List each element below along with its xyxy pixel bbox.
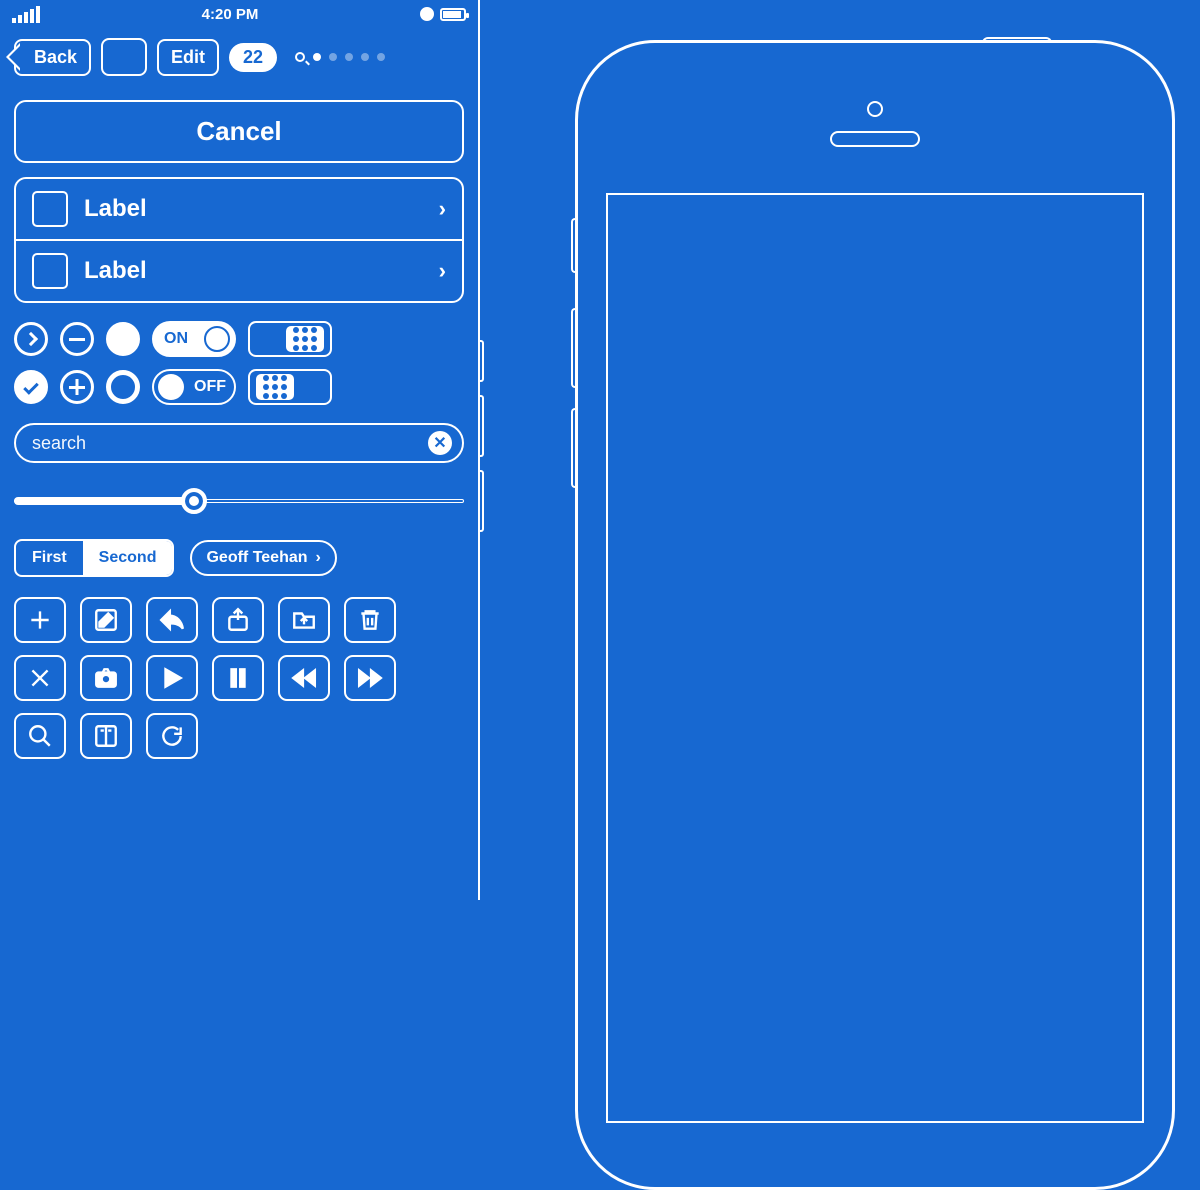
rewind-button[interactable] [278,655,330,701]
slider[interactable] [14,489,464,513]
search-field[interactable]: ✕ [14,423,464,463]
edit-button[interactable]: Edit [157,39,219,76]
add-button[interactable] [14,597,66,643]
page-indicator[interactable] [295,52,385,62]
organize-button[interactable] [278,597,330,643]
add-icon[interactable] [60,370,94,404]
camera-button[interactable] [80,655,132,701]
side-ridge [480,340,484,382]
checkmark-icon[interactable] [14,370,48,404]
ui-kit-panel: 4:20 PM Back Edit 22 Cancel Label › Labe… [0,0,480,900]
share-button[interactable] [212,597,264,643]
sleep-button-outline [982,37,1052,43]
detail-disclosure-icon[interactable] [14,322,48,356]
segment-second[interactable]: Second [83,541,173,575]
reply-button[interactable] [146,597,198,643]
switch-off[interactable]: OFF [152,369,236,405]
mute-switch-outline [571,218,576,273]
volume-down-outline [571,408,576,488]
pause-button[interactable] [212,655,264,701]
radio-unselected-icon[interactable] [106,370,140,404]
list-item[interactable]: Label › [16,179,462,239]
keypad-toggle-left[interactable] [248,369,332,405]
list-item-label: Label [84,257,423,285]
switch-on[interactable]: ON [152,321,236,357]
nav-bar: Back Edit 22 [0,28,478,86]
search-input[interactable] [32,433,428,454]
list-item-label: Label [84,195,423,223]
play-button[interactable] [146,655,198,701]
thumbnail-icon [32,191,68,227]
close-button[interactable] [14,655,66,701]
side-ridge [480,470,484,532]
toolbar-icons [14,597,464,759]
search-button[interactable] [14,713,66,759]
fast-forward-button[interactable] [344,655,396,701]
volume-up-outline [571,308,576,388]
status-bar: 4:20 PM [0,0,478,28]
radio-selected-icon[interactable] [106,322,140,356]
back-button[interactable]: Back [14,39,91,76]
list-item[interactable]: Label › [16,239,462,301]
keypad-toggle-right[interactable] [248,321,332,357]
speaker-icon [830,131,920,147]
segment-first[interactable]: First [16,541,83,575]
menu-button[interactable] [101,38,147,76]
side-ridge [480,395,484,457]
search-dot-icon [295,52,305,62]
trash-button[interactable] [344,597,396,643]
segmented-control[interactable]: First Second [14,539,174,577]
signal-icon [12,6,40,23]
badge-count[interactable]: 22 [229,43,277,72]
alarm-icon [420,7,434,21]
slider-thumb[interactable] [181,488,207,514]
chip-label: Geoff Teehan [206,549,307,567]
chevron-right-icon: › [439,196,446,222]
status-time: 4:20 PM [202,6,259,23]
screen-outline [606,193,1144,1123]
phone-outline [575,40,1175,1190]
camera-icon [867,101,883,117]
table-view: Label › Label › [14,177,464,303]
chevron-right-icon: › [316,549,321,567]
chevron-right-icon: › [439,258,446,284]
remove-icon[interactable] [60,322,94,356]
cancel-button[interactable]: Cancel [14,100,464,163]
clear-icon[interactable]: ✕ [428,431,452,455]
contact-chip[interactable]: Geoff Teehan › [190,540,336,576]
compose-button[interactable] [80,597,132,643]
thumbnail-icon [32,253,68,289]
battery-icon [440,8,466,21]
refresh-button[interactable] [146,713,198,759]
bookmarks-button[interactable] [80,713,132,759]
